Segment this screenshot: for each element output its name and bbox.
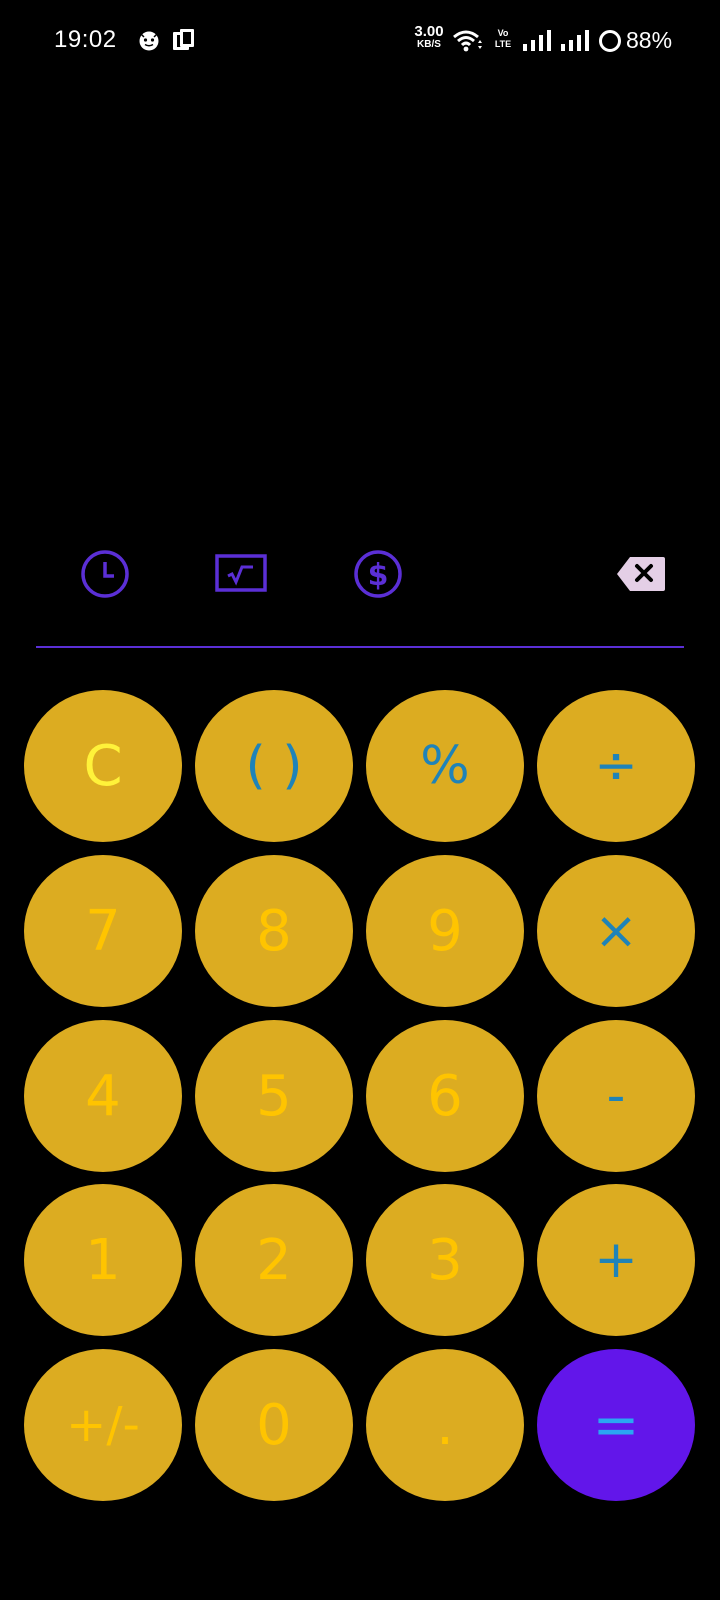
backspace-button[interactable] (609, 542, 673, 606)
status-bar: 19:02 3.00 KB/S Vo LTE 88% (0, 0, 720, 84)
network-speed-value: 3.00 (414, 23, 444, 40)
digit-8-button[interactable]: 8 (195, 855, 353, 1007)
svg-text:$: $ (368, 558, 389, 593)
network-speed-unit: KB/S (417, 39, 441, 50)
volte-top-text: Vo (497, 28, 509, 38)
equals-button[interactable]: = (537, 1349, 695, 1501)
parentheses-button[interactable]: ( ) (195, 690, 353, 842)
digit-5-button[interactable]: 5 (195, 1020, 353, 1172)
digit-2-button[interactable]: 2 (195, 1184, 353, 1336)
digit-0-button[interactable]: 0 (195, 1349, 353, 1501)
square-root-icon (215, 554, 267, 592)
history-button[interactable] (73, 542, 137, 606)
battery-icon (599, 30, 621, 52)
minus-button[interactable]: - (537, 1020, 695, 1172)
digit-3-button[interactable]: 3 (366, 1184, 524, 1336)
volte-bottom-text: LTE (494, 39, 512, 49)
dollar-icon: $ (354, 550, 402, 598)
multiply-button[interactable]: × (537, 855, 695, 1007)
wifi-icon (453, 30, 482, 52)
plus-button[interactable]: + (537, 1184, 695, 1336)
calculator-toolbar: $ (0, 530, 720, 610)
divide-button[interactable]: ÷ (537, 690, 695, 842)
clear-button[interactable]: C (24, 690, 182, 842)
digit-4-button[interactable]: 4 (24, 1020, 182, 1172)
decimal-button[interactable]: . (366, 1349, 524, 1501)
status-time: 19:02 (54, 26, 117, 53)
digit-7-button[interactable]: 7 (24, 855, 182, 1007)
display-divider (36, 646, 684, 648)
signal-strength-icon (561, 30, 589, 51)
digit-1-button[interactable]: 1 (24, 1184, 182, 1336)
cat-notification-icon (139, 31, 159, 51)
backspace-icon (617, 557, 665, 591)
percent-button[interactable]: % (366, 690, 524, 842)
phone-notification-icon (173, 29, 194, 50)
battery-percent: 88% (626, 27, 673, 53)
digit-6-button[interactable]: 6 (366, 1020, 524, 1172)
volte-indicator: Vo LTE (490, 28, 516, 50)
currency-converter-button[interactable]: $ (346, 542, 410, 606)
clock-icon (81, 550, 129, 598)
plus-minus-button[interactable]: +/- (24, 1349, 182, 1501)
scientific-mode-button[interactable] (209, 542, 273, 606)
digit-9-button[interactable]: 9 (366, 855, 524, 1007)
signal-strength-icon (523, 30, 551, 51)
network-speed: 3.00 KB/S (410, 24, 448, 50)
